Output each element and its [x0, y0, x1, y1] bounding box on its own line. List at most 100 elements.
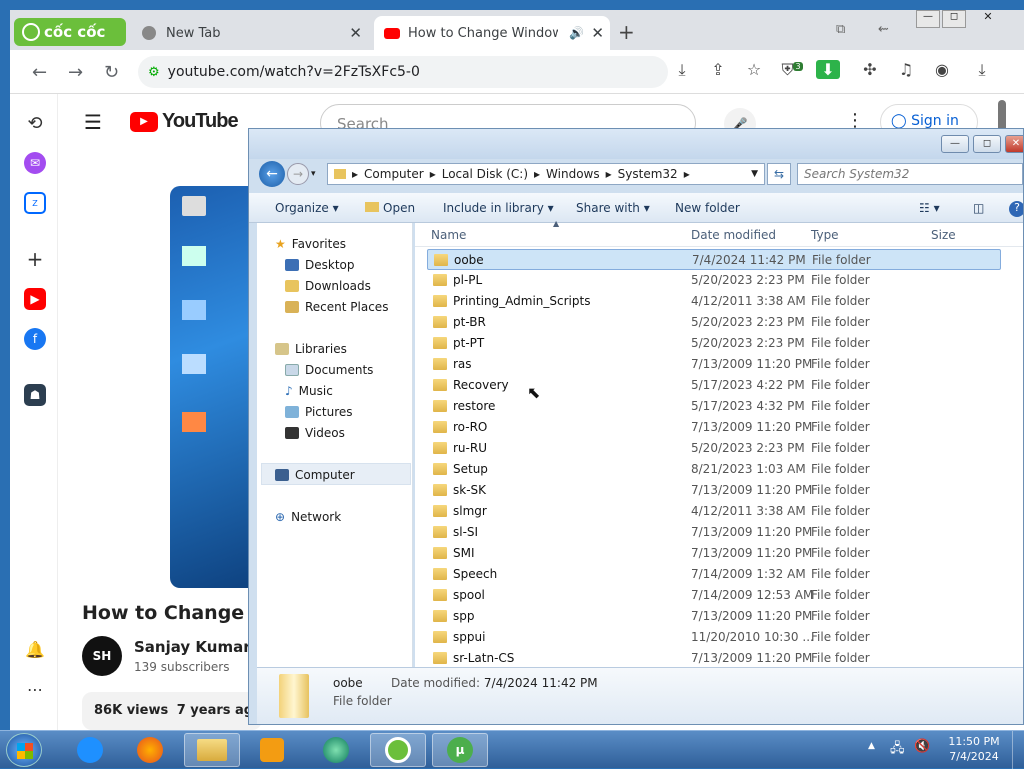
start-button[interactable] — [6, 733, 42, 767]
music-icon[interactable]: ♫ — [894, 60, 918, 79]
nav-libraries[interactable]: Libraries — [275, 342, 347, 356]
explorer-back-icon[interactable]: ← — [259, 161, 285, 187]
shield-extension-icon[interactable]: ⛨ 3 — [780, 60, 804, 80]
new-folder-button[interactable]: New folder — [675, 201, 740, 215]
volume-muted-icon[interactable]: 🔇 — [914, 739, 930, 754]
new-tab-button[interactable]: + — [618, 20, 635, 44]
close-tab-icon[interactable]: ✕ — [349, 24, 362, 42]
taskbar-ie[interactable] — [62, 733, 118, 767]
zalo-icon[interactable]: Z — [24, 192, 46, 214]
add-sidebar-app-icon[interactable]: + — [24, 247, 46, 271]
file-row[interactable]: pt-PT 5/20/2023 2:23 PM File folder — [427, 333, 1001, 354]
taskbar-app-green[interactable] — [308, 733, 364, 767]
file-row[interactable]: Speech 7/14/2009 1:32 AM File folder — [427, 564, 1001, 585]
file-row[interactable]: sk-SK 7/13/2009 11:20 PM File folder — [427, 480, 1001, 501]
file-row[interactable]: pl-PL 5/20/2023 2:23 PM File folder — [427, 270, 1001, 291]
file-row[interactable]: ras 7/13/2009 11:20 PM File folder — [427, 354, 1001, 375]
forward-icon[interactable]: → — [68, 62, 83, 83]
column-date-modified[interactable]: Date modified — [691, 228, 776, 242]
breadcrumb-windows[interactable]: Windows — [546, 167, 600, 181]
close-tab-icon[interactable]: ✕ — [591, 24, 604, 42]
explorer-minimize-button[interactable]: — — [941, 135, 969, 153]
explorer-forward-icon[interactable]: → — [287, 163, 309, 185]
file-row[interactable]: slmgr 4/12/2011 3:38 AM File folder — [427, 501, 1001, 522]
taskbar-utorrent[interactable]: µ — [432, 733, 488, 767]
network-tray-icon[interactable]: 🖧 — [890, 739, 905, 761]
game-app-icon[interactable]: ☗ — [24, 384, 46, 406]
share-with-button[interactable]: Share with ▾ — [576, 201, 650, 215]
preview-pane-icon[interactable]: ◫ — [973, 201, 984, 215]
tray-expand-icon[interactable]: ▲ — [868, 741, 875, 751]
file-row[interactable]: pt-BR 5/20/2023 2:23 PM File folder — [427, 312, 1001, 333]
taskbar-media-player[interactable] — [244, 733, 300, 767]
recent-locations-icon[interactable]: ▾ — [311, 169, 316, 179]
file-row[interactable]: sr-Latn-CS 7/13/2009 11:20 PM File folder — [427, 648, 1001, 669]
youtube-sidebar-icon[interactable]: ▶ — [24, 288, 46, 310]
back-history-icon[interactable]: ⇜ — [878, 22, 889, 37]
column-name[interactable]: Name — [431, 228, 466, 242]
column-type[interactable]: Type — [811, 228, 839, 242]
open-button[interactable]: Open — [365, 201, 415, 215]
extensions-puzzle-icon[interactable]: ✣ — [858, 60, 882, 79]
notification-bell-icon[interactable]: 🔔 — [24, 638, 46, 660]
download-page-icon[interactable]: ⤓ — [670, 60, 694, 80]
share-icon[interactable]: ⇪ — [706, 60, 730, 79]
explorer-titlebar[interactable]: — ◻ ✕ — [249, 129, 1023, 159]
facebook-icon[interactable]: f — [24, 328, 46, 350]
messenger-icon[interactable]: ✉ — [24, 152, 46, 174]
breadcrumb-computer[interactable]: Computer — [364, 167, 424, 181]
explorer-close-button[interactable]: ✕ — [1005, 135, 1023, 153]
explorer-maximize-button[interactable]: ◻ — [973, 135, 1001, 153]
nav-videos[interactable]: Videos — [285, 426, 345, 440]
explorer-search-input[interactable]: Search System32 — [797, 163, 1023, 185]
nav-recent-places[interactable]: Recent Places — [285, 300, 388, 314]
nav-downloads[interactable]: Downloads — [285, 279, 371, 293]
tab-new-tab[interactable]: New Tab ✕ — [132, 16, 368, 50]
address-bar[interactable]: ⚙ youtube.com/watch?v=2FzTsXFc5-0 — [138, 56, 668, 88]
downloads-icon[interactable]: ⤓ — [970, 60, 994, 80]
taskbar-firefox[interactable] — [122, 733, 178, 767]
file-row[interactable]: Recovery 5/17/2023 4:22 PM File folder — [427, 375, 1001, 396]
minimize-button[interactable]: — — [916, 10, 940, 28]
file-row[interactable]: ro-RO 7/13/2009 11:20 PM File folder — [427, 417, 1001, 438]
nav-documents[interactable]: Documents — [285, 363, 373, 377]
nav-computer[interactable]: Computer — [275, 468, 355, 482]
history-icon[interactable]: ⟲ — [24, 112, 46, 134]
file-row[interactable]: spp 7/13/2009 11:20 PM File folder — [427, 606, 1001, 627]
file-row[interactable]: Setup 8/21/2023 1:03 AM File folder — [427, 459, 1001, 480]
speaker-icon[interactable]: 🔊 — [569, 26, 584, 40]
file-row[interactable]: SMI 7/13/2009 11:20 PM File folder — [427, 543, 1001, 564]
video-description-box[interactable]: 86K views 7 years ago — [82, 692, 262, 730]
file-row[interactable]: sl-SI 7/13/2009 11:20 PM File folder — [427, 522, 1001, 543]
reload-icon[interactable]: ↻ — [104, 62, 119, 83]
site-info-icon[interactable]: ⚙ — [148, 65, 160, 80]
screenshot-icon[interactable]: ⧉ — [836, 22, 845, 37]
nav-favorites[interactable]: ★ Favorites — [275, 237, 346, 251]
youtube-logo[interactable]: ▶ YouTube — [130, 110, 239, 133]
close-window-button[interactable]: ✕ — [968, 10, 1008, 28]
more-options-icon[interactable]: ⋯ — [24, 678, 46, 700]
column-size[interactable]: Size — [931, 228, 956, 242]
tab-youtube[interactable]: How to Change Window 🔊 ✕ — [374, 16, 610, 50]
bookmark-star-icon[interactable]: ☆ — [742, 60, 766, 79]
nav-network[interactable]: ⊕ Network — [275, 510, 341, 524]
nav-pictures[interactable]: Pictures — [285, 405, 353, 419]
back-icon[interactable]: ← — [32, 62, 47, 83]
channel-name[interactable]: Sanjay Kumar — [134, 638, 251, 656]
file-row[interactable]: oobe 7/4/2024 11:42 PM File folder — [427, 249, 1001, 270]
taskbar-coccoc[interactable] — [370, 733, 426, 767]
file-row[interactable]: restore 5/17/2023 4:32 PM File folder — [427, 396, 1001, 417]
savior-download-icon[interactable]: ⬇ — [816, 60, 840, 79]
file-row[interactable]: spool 7/14/2009 12:53 AM File folder — [427, 585, 1001, 606]
maximize-button[interactable]: ◻ — [942, 10, 966, 28]
file-row[interactable]: sppui 11/20/2010 10:30 ... File folder — [427, 627, 1001, 648]
show-desktop-button[interactable] — [1012, 731, 1024, 769]
breadcrumb-system32[interactable]: System32 — [618, 167, 678, 181]
refresh-icon[interactable]: ⇆ — [767, 163, 791, 185]
nav-desktop[interactable]: Desktop — [285, 258, 355, 272]
nav-music[interactable]: ♪ Music — [285, 384, 333, 398]
channel-avatar[interactable]: SH — [82, 636, 122, 676]
clock[interactable]: 11:50 PM 7/4/2024 — [942, 734, 1006, 764]
taskbar-explorer[interactable] — [184, 733, 240, 767]
help-icon[interactable]: ? — [1009, 201, 1023, 217]
